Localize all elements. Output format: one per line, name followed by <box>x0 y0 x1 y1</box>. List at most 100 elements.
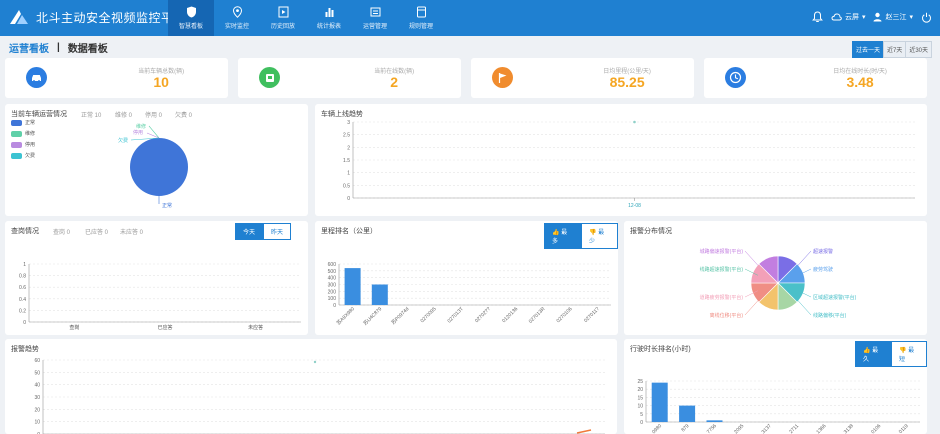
stat-value: 2 <box>390 74 398 90</box>
vehicle-ops-pie: 维修 停用 欠费 正常 <box>118 123 188 209</box>
tab-separator: | <box>57 41 60 53</box>
clock-icon <box>725 67 746 88</box>
y-tick-label: 0.4 <box>19 297 26 303</box>
online-trend-panel: 车辆上线趋势 0 0.5 1 1.5 2 2.5 3 12-08 <box>315 104 927 216</box>
y-tick-label: 10 <box>637 404 643 410</box>
power-icon[interactable] <box>921 12 932 23</box>
x-tick-label: 0119 <box>898 423 910 434</box>
x-tick-label: 2711 <box>788 423 800 434</box>
tab-operations-board[interactable]: 运营看板 <box>9 40 49 55</box>
y-tick-label: 0.2 <box>19 308 26 314</box>
stat-value: 10 <box>153 74 169 90</box>
x-tick-label: 12-08 <box>628 203 641 209</box>
x-tick-label: 02702?? <box>474 306 492 324</box>
x-tick-label: 查岗 <box>69 324 79 331</box>
alarm-trend-panel: 报警趋势 0102030405060 <box>5 339 617 434</box>
pie-label: 线路偏移(平台) <box>813 312 847 319</box>
bar <box>651 382 668 422</box>
x-tick-label: 0106 <box>870 423 882 434</box>
count-normal: 正常 10 <box>81 113 102 119</box>
cloud-icon <box>831 13 842 21</box>
range-7-days[interactable]: 近7天 <box>882 41 907 58</box>
y-tick-label: 2 <box>347 145 350 151</box>
pie-label: 区域超速报警(平台) <box>813 294 857 301</box>
x-tick-label: 苏A9X980 <box>335 305 356 326</box>
bell-icon[interactable] <box>812 11 823 23</box>
drive-time-panel: 行驶时长排名(小时) 👍 最久 👎 最短 0 5 10 15 20 25 0980 879 77… <box>624 339 927 434</box>
mileage-chart: 0100200300400500600 苏A9X980 苏U4C879 苏P0974d… <box>328 262 611 327</box>
pie-slice-normal[interactable] <box>130 138 188 196</box>
count-arrears: 欠费 0 <box>175 113 193 119</box>
stat-value: 3.48 <box>846 74 874 90</box>
nav-item-realtime[interactable]: 实时监控 <box>214 0 260 36</box>
operations-icon <box>370 7 380 17</box>
drive-time-chart: 0 5 10 15 20 25 0980 879 7756 2095 3137 2711 1366 313… <box>637 379 920 434</box>
nav-label: 规则管理 <box>408 24 433 30</box>
app-title: 北斗主动安全视频监控平台 <box>36 10 187 25</box>
legend-repair[interactable]: 维修 <box>11 130 35 137</box>
nav-label: 运营管理 <box>362 24 387 30</box>
pie-label: 线路超速报警(平台) <box>700 266 744 273</box>
rules-icon <box>416 6 426 18</box>
nav-label: 实时监控 <box>224 24 249 30</box>
x-tick-label: 1366 <box>815 423 827 434</box>
alarm-dist-chart: 城路偏速报警(平台) 线路超速报警(平台) 道路疲劳报警(平台) 离线位移(平台) 超速… <box>700 248 857 319</box>
bar <box>679 405 696 422</box>
pie-label-arrears: 欠费 <box>118 137 128 144</box>
count-repair: 维修 0 <box>115 113 133 119</box>
y-tick-label: 3 <box>347 120 350 126</box>
nav-item-operations[interactable]: 运营管理 <box>352 0 398 36</box>
nav-item-playback[interactable]: 历史回放 <box>260 0 306 36</box>
x-tick-label: 未应答 <box>248 324 263 331</box>
range-past-day[interactable]: 过去一天 <box>851 41 884 58</box>
stat-card-daily-online-time: 日均在线时长(时/天) 3.48 <box>704 58 927 98</box>
y-tick-label: 5 <box>640 412 643 418</box>
x-tick-label: 0270095 <box>420 306 438 324</box>
pie-label: 离线位移(平台) <box>710 312 744 319</box>
y-tick-label: 0 <box>347 196 350 202</box>
pie-label-repair: 维修 <box>136 123 146 130</box>
y-tick-label: 0 <box>333 303 336 309</box>
online-trend-chart: 0 0.5 1 1.5 2 2.5 3 12-08 <box>343 120 915 209</box>
vehicle-ops-panel: 当前车辆运营情况 正常 10 维修 0 停用 0 欠费 0 正常 维修 停用 欠… <box>5 104 308 216</box>
alarm-dist-panel: 报警分布情况 城路偏速报警(平台) 线路超速报警(平台) 道路疲劳报警(平台) 离线位… <box>624 221 927 335</box>
legend-normal[interactable]: 正常 <box>11 119 35 126</box>
x-tick-label: 苏P0974d <box>390 305 411 326</box>
label-leader <box>797 300 812 316</box>
cloud-menu[interactable]: 云屏 ▾ <box>831 12 865 22</box>
nav-item-rules[interactable]: 规则管理 <box>398 0 444 36</box>
stat-card-online: 当前在线数(辆) 2 <box>238 58 461 98</box>
y-tick-label: 2.5 <box>343 133 350 139</box>
chevron-down-icon: ▾ <box>909 14 913 21</box>
count-disabled: 停用 0 <box>145 113 163 119</box>
y-tick-label: 15 <box>637 395 643 401</box>
series-line <box>576 429 592 434</box>
main-nav: 智慧看板 实时监控 历史回放 统计报表 运营管理 规则管理 <box>168 0 444 36</box>
cloud-label: 云屏 <box>844 14 859 21</box>
nav-label: 历史回放 <box>270 24 295 30</box>
tab-data-board[interactable]: 数据看板 <box>68 40 108 55</box>
user-menu[interactable]: 赵三江 ▾ <box>873 12 913 22</box>
range-30-days[interactable]: 近30天 <box>905 41 932 58</box>
pie-label-normal: 正常 <box>162 202 172 209</box>
nav-item-dashboard[interactable]: 智慧看板 <box>168 0 214 36</box>
x-tick-label: 027011? <box>583 306 601 324</box>
legend-disabled[interactable]: 停用 <box>11 141 35 148</box>
x-tick-label: 0120136 <box>501 306 519 324</box>
query-panel: 查岗情况 查岗 0 已应答 0 未应答 0 今天 昨天 0 0.2 0.4 0.6 0.… <box>5 221 308 335</box>
x-tick-label: 2095 <box>733 423 745 434</box>
pie-label: 道路疲劳报警(平台) <box>700 294 744 301</box>
legend-arrears[interactable]: 欠费 <box>11 152 35 159</box>
y-tick-label: 60 <box>34 358 40 364</box>
stat-card-total-vehicles: 当前车辆总数(辆) 10 <box>5 58 228 98</box>
y-tick-label: 600 <box>328 262 337 268</box>
user-name: 赵三江 <box>885 14 907 21</box>
x-tick-label: 苏U4C879 <box>362 305 384 327</box>
y-tick-label: 40 <box>34 383 40 389</box>
nav-item-reports[interactable]: 统计报表 <box>306 0 352 36</box>
board-tabs: 运营看板 | 数据看板 <box>9 40 108 55</box>
x-tick-label: 879 <box>680 423 690 433</box>
label-leader <box>797 250 812 266</box>
stat-card-daily-mileage: 日均里程(公里/天) 85.25 <box>471 58 694 98</box>
x-tick-label: 3137 <box>761 423 773 434</box>
